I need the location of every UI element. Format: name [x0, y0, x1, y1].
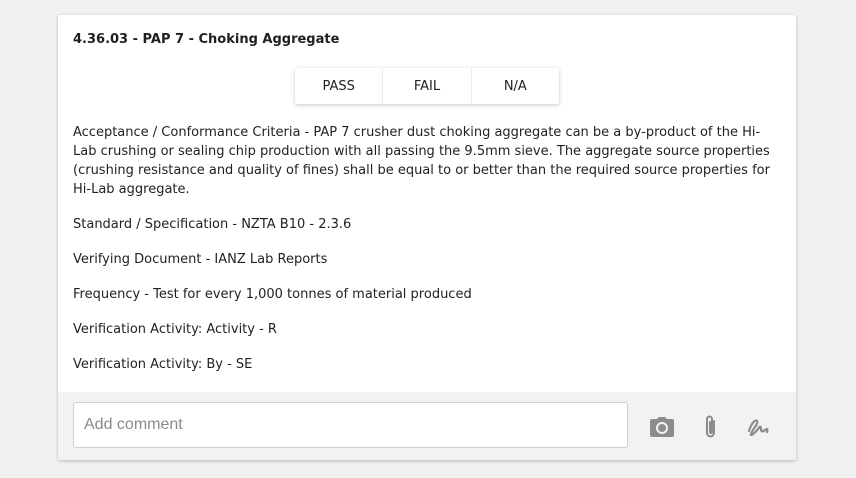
verifying-document-text: Verifying Document - IANZ Lab Reports — [73, 252, 328, 267]
result-toggle-group: PASS FAIL N/A — [295, 68, 559, 104]
verification-by-text: Verification Activity: By - SE — [73, 357, 253, 372]
verification-activity-text: Verification Activity: Activity - R — [73, 322, 277, 337]
checklist-item-card: 4.36.03 - PAP 7 - Choking Aggregate PASS… — [58, 15, 796, 460]
fail-button[interactable]: FAIL — [382, 68, 470, 104]
standard-specification-text: Standard / Specification - NZTA B10 - 2.… — [73, 217, 352, 232]
item-title: 4.36.03 - PAP 7 - Choking Aggregate — [73, 32, 340, 47]
camera-icon[interactable] — [649, 414, 675, 440]
pass-button[interactable]: PASS — [295, 68, 382, 104]
signature-icon[interactable] — [745, 414, 771, 440]
comment-input[interactable] — [73, 402, 628, 448]
na-button[interactable]: N/A — [470, 68, 559, 104]
frequency-text: Frequency - Test for every 1,000 tonnes … — [73, 287, 472, 302]
item-details: Acceptance / Conformance Criteria - PAP … — [73, 123, 773, 390]
paperclip-icon[interactable] — [698, 414, 724, 440]
comment-bar — [58, 392, 796, 460]
acceptance-criteria-text: Acceptance / Conformance Criteria - PAP … — [73, 125, 770, 197]
